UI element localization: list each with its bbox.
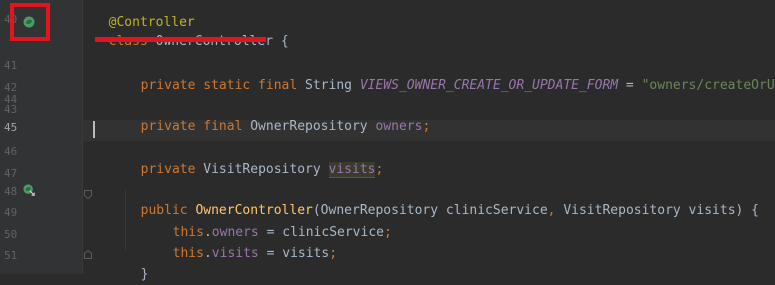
brace: {	[273, 34, 289, 49]
bean-navigate-icon[interactable]	[23, 184, 35, 196]
line-number: 49	[4, 206, 18, 219]
line-number: 51	[4, 249, 18, 262]
semicolon: ;	[375, 162, 384, 177]
semicolon: ;	[329, 246, 338, 261]
dot: .	[203, 246, 212, 261]
fold-marker-icon[interactable]	[84, 250, 92, 259]
field-name-highlighted: visits	[328, 162, 376, 178]
assignment: =	[618, 78, 642, 93]
constant-name: VIEWS_OWNER_CREATE_OR_UPDATE_FORM	[359, 78, 619, 93]
type-name: VisitRepository	[195, 162, 329, 177]
string-literal: "owners/createOrUp	[641, 78, 775, 93]
type-name: String	[297, 78, 360, 93]
keyword-modifiers: private final	[140, 119, 243, 134]
keyword-modifiers: private static final	[140, 78, 298, 93]
code-line-assign-visits[interactable]: this.visits = visits;	[157, 224, 337, 264]
text-caret	[93, 121, 95, 138]
code-line-visits-field[interactable]: private VisitRepository visits;	[125, 140, 383, 180]
keyword-this: this	[172, 246, 204, 261]
line-number-current: 45	[4, 121, 18, 134]
code-line-constant[interactable]: private static final String VIEWS_OWNER_…	[125, 56, 775, 96]
line-number: 50	[4, 228, 18, 241]
semicolon: ;	[422, 119, 431, 134]
line-number: 46	[4, 145, 18, 158]
code-line-closing-brace[interactable]: }	[125, 245, 149, 285]
line-number: 47	[4, 167, 18, 180]
field-name: owners	[375, 119, 423, 134]
field-name: visits	[211, 246, 259, 261]
highlight-box	[10, 3, 50, 41]
semicolon: ;	[384, 225, 392, 240]
parameter-list: VisitRepository visits) {	[563, 203, 759, 218]
highlight-underline	[95, 37, 266, 42]
assignment-expression: = visits	[258, 246, 330, 261]
line-number: 44	[4, 93, 18, 106]
code-line-class-declaration[interactable]: class OwnerController {	[93, 12, 289, 52]
keyword-modifiers: private	[140, 162, 196, 177]
line-number: 48	[4, 185, 18, 198]
brace: }	[140, 267, 149, 282]
fold-marker-icon[interactable]	[84, 190, 92, 199]
code-line-owners-field[interactable]: private final OwnerRepository owners;	[125, 97, 431, 137]
type-name: OwnerRepository	[242, 119, 376, 134]
line-number: 41	[4, 59, 18, 72]
comma: ,	[547, 203, 564, 218]
